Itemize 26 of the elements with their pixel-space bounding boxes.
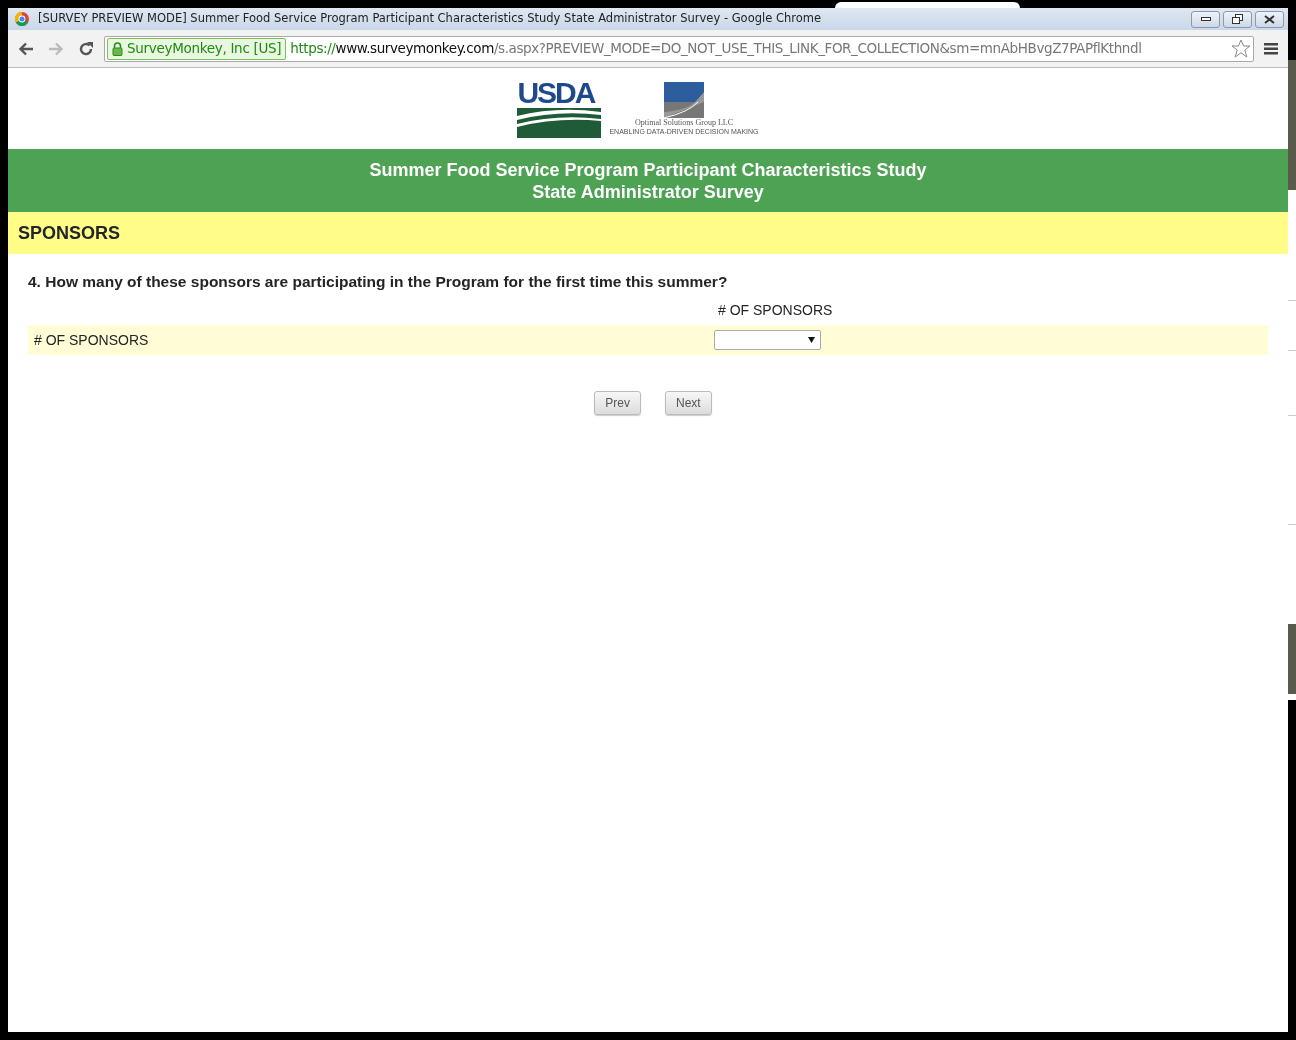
minimize-button[interactable] — [1191, 10, 1220, 28]
row-label: # OF SPONSORS — [34, 331, 149, 348]
menu-icon[interactable] — [1264, 42, 1278, 55]
minimize-icon — [1200, 17, 1211, 21]
security-badge[interactable]: SurveyMonkey, Inc [US] — [107, 37, 287, 60]
restore-button[interactable] — [1223, 10, 1252, 28]
forward-arrow-icon — [48, 41, 64, 56]
lock-icon — [112, 41, 123, 56]
restore-icon — [1232, 14, 1243, 24]
nav-button[interactable]: Next — [665, 391, 712, 416]
question-text: 4. How many of these sponsors are participating in the Program for the first time this summer? — [28, 272, 729, 292]
column-header: # OF SPONSORS — [718, 301, 833, 321]
url-text: https://www.surveymonkey.com/s.aspx?PREVIEW_MODE=DO_NOT_USE_THIS_LINK_FOR_COLLECTION&sm=mnAbHBvgZ7PAPflKthndl — [290, 39, 1142, 59]
browser-logo-icon — [14, 11, 30, 27]
address-bar[interactable]: SurveyMonkey, Inc [US] https://www.surveymonkey.com/s.aspx?PREVIEW_MODE=DO_NOT_USE_THIS_LINK_FOR_COLLECTION&sm=mnAbHBvgZ7PAPflKthndl — [104, 35, 1254, 62]
dropdown-arrow-icon — [808, 337, 815, 344]
nav-button[interactable]: Prev — [594, 391, 641, 416]
reload-icon — [78, 40, 94, 57]
window-title: [SURVEY PREVIEW MODE] Summer Food Service Program Participant Characteristics Study State Administrator Survey - Google Chrome — [38, 10, 822, 28]
close-icon — [1264, 14, 1275, 24]
close-button[interactable] — [1255, 10, 1284, 28]
survey-title-banner: Summer Food Service Program Participant Characteristics Study State Administrator Survey — [8, 149, 1288, 212]
bookmark-star-icon[interactable] — [1231, 39, 1251, 58]
section-title: SPONSORS — [18, 223, 121, 243]
dropdown-field[interactable] — [714, 330, 821, 351]
back-arrow-icon — [18, 41, 34, 56]
